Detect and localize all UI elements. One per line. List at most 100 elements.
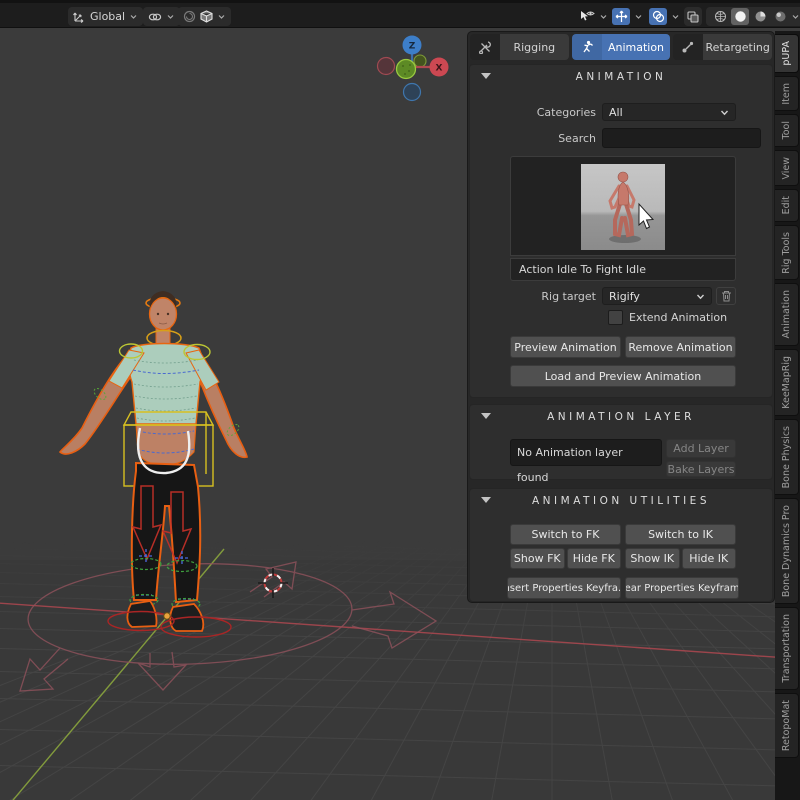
blender-window: Z X Global Rigging Animation Retargeting…: [0, 0, 800, 800]
tab-animation[interactable]: Animation: [571, 34, 671, 60]
bone-chain-icon: [682, 41, 694, 53]
rig-target-value: Rigify: [609, 289, 640, 303]
search-label: Search: [558, 131, 596, 145]
chevron-down-icon: [720, 110, 729, 115]
search-input[interactable]: [602, 128, 761, 148]
add-layer-button[interactable]: Add Layer: [666, 439, 736, 458]
gizmo-neg-z[interactable]: [402, 82, 422, 102]
gizmos-toggle[interactable]: [610, 7, 645, 26]
side-tab-item[interactable]: Item: [775, 75, 799, 112]
side-tab-retopomat[interactable]: RetopoMat: [775, 692, 799, 758]
svg-text:X: X: [436, 64, 443, 74]
side-tab-pupa[interactable]: pUPA: [775, 34, 799, 73]
shading-mode-group: [706, 7, 800, 26]
shading-material-button[interactable]: [751, 8, 769, 25]
xray-toggle[interactable]: [684, 7, 702, 26]
animation-utilities-panel: ANIMATION UTILITIES Switch to FK Switch …: [469, 488, 773, 602]
shading-wireframe-button[interactable]: [711, 8, 729, 25]
tab-label: Rigging: [500, 34, 569, 60]
shading-rendered-button[interactable]: [771, 8, 789, 25]
side-tab-tool[interactable]: Tool: [775, 114, 799, 147]
side-tab-transportation[interactable]: Transportation: [775, 607, 799, 690]
switch-to-ik-button[interactable]: Switch to IK: [625, 524, 736, 545]
load-preview-animation-button[interactable]: Load and Preview Animation: [510, 365, 736, 387]
gizmo-neg-y[interactable]: [413, 54, 427, 68]
switch-to-fk-button[interactable]: Switch to FK: [510, 524, 621, 545]
rig-target-dropdown[interactable]: Rigify: [602, 287, 712, 305]
proportional-falloff-icon: [183, 10, 196, 23]
gizmo-pos-y[interactable]: [395, 58, 417, 80]
chevron-down-icon: [218, 15, 225, 19]
sidebar-category-tabs: pUPA Item Tool View Edit Rig Tools Anima…: [775, 31, 800, 800]
snap-link-icon: [148, 13, 162, 20]
hide-ik-button[interactable]: Hide IK: [681, 548, 736, 569]
panel-title: ANIMATION UTILITIES: [532, 495, 710, 507]
world-origin: [163, 612, 171, 620]
insert-properties-keyframe-button[interactable]: Insert Properties Keyfra...: [507, 577, 621, 599]
chevron-down-icon: [792, 15, 799, 19]
categories-value: All: [609, 105, 623, 119]
xray-icon: [687, 10, 699, 23]
side-tab-rig-tools[interactable]: Rig Tools: [775, 224, 799, 281]
side-tab-animation[interactable]: Animation: [775, 283, 799, 346]
side-tab-bone-dynamics-pro[interactable]: Bone Dynamics Pro: [775, 497, 799, 605]
hide-fk-button[interactable]: Hide FK: [566, 548, 621, 569]
side-tab-bone-physics[interactable]: Bone Physics: [775, 418, 799, 495]
pivot-cube-icon: [200, 10, 213, 23]
clear-properties-keyframe-button[interactable]: Clear Properties Keyfram...: [625, 577, 739, 599]
extend-animation-checkbox[interactable]: [608, 310, 623, 325]
bake-layers-button[interactable]: Bake Layers: [666, 461, 736, 477]
transform-orientation-icon: [73, 12, 84, 23]
gizmo-icon: [615, 10, 627, 22]
animation-panel: ANIMATION Categories All Search Action I…: [469, 64, 773, 398]
chevron-down-icon: [696, 294, 705, 299]
proportional-editing-group[interactable]: [178, 7, 231, 26]
transform-orientation-dropdown[interactable]: Global: [68, 7, 144, 26]
animation-name: Action Idle To Fight Idle: [519, 263, 646, 276]
clear-rig-target-button[interactable]: [716, 287, 736, 305]
tab-retargeting[interactable]: Retargeting: [673, 34, 773, 60]
orientation-label: Global: [90, 10, 126, 23]
animation-utilities-panel-header[interactable]: ANIMATION UTILITIES: [470, 489, 772, 515]
side-tab-view[interactable]: View: [775, 149, 799, 187]
snapping-dropdown[interactable]: [143, 7, 180, 26]
chevron-down-icon: [600, 15, 607, 19]
tab-label: Animation: [601, 34, 671, 60]
tab-rigging[interactable]: Rigging: [470, 34, 569, 60]
remove-animation-button[interactable]: Remove Animation: [625, 336, 736, 358]
viewport-header: Global: [0, 0, 800, 28]
wireframe-icon: [714, 11, 726, 22]
animation-layer-panel: ANIMATION LAYER No Animation layer found…: [469, 404, 773, 484]
chevron-down-icon: [635, 15, 642, 19]
tab-label: Retargeting: [703, 34, 773, 60]
thumbnail-character: [608, 171, 636, 238]
wrench-icon: [479, 41, 491, 54]
rendered-shading-icon: [775, 11, 785, 22]
animation-layer-status-field[interactable]: No Animation layer found: [510, 439, 662, 484]
categories-dropdown[interactable]: All: [602, 103, 736, 121]
overlays-toggle[interactable]: [647, 7, 682, 26]
sidebar-panel: Rigging Animation Retargeting ANIMATION …: [467, 31, 775, 603]
side-tab-edit[interactable]: Edit: [775, 189, 799, 222]
panel-title: ANIMATION LAYER: [547, 411, 695, 423]
material-preview-icon: [755, 11, 765, 22]
animation-panel-header[interactable]: ANIMATION: [470, 65, 772, 91]
shading-solid-button[interactable]: [731, 8, 749, 25]
selectability-dropdown[interactable]: [577, 7, 610, 26]
animation-preview-browser[interactable]: [510, 156, 736, 256]
animation-name-field[interactable]: Action Idle To Fight Idle: [510, 258, 736, 281]
show-ik-button[interactable]: Show IK: [625, 548, 680, 569]
animation-thumbnail[interactable]: [581, 164, 665, 250]
panel-title: ANIMATION: [575, 71, 667, 83]
cursor-eye-icon: [581, 10, 595, 20]
running-man-icon: [583, 40, 593, 53]
categories-label: Categories: [536, 105, 596, 119]
side-tab-keemaprig[interactable]: KeeMapRig: [775, 348, 799, 416]
gizmo-neg-x[interactable]: [376, 56, 396, 76]
show-fk-button[interactable]: Show FK: [510, 548, 565, 569]
trash-icon: [721, 291, 731, 302]
animation-layer-status: No Animation layer found: [517, 446, 623, 484]
animation-layer-panel-header[interactable]: ANIMATION LAYER: [470, 405, 772, 431]
addon-tab-row: Rigging Animation Retargeting: [470, 34, 773, 60]
preview-animation-button[interactable]: Preview Animation: [510, 336, 621, 358]
